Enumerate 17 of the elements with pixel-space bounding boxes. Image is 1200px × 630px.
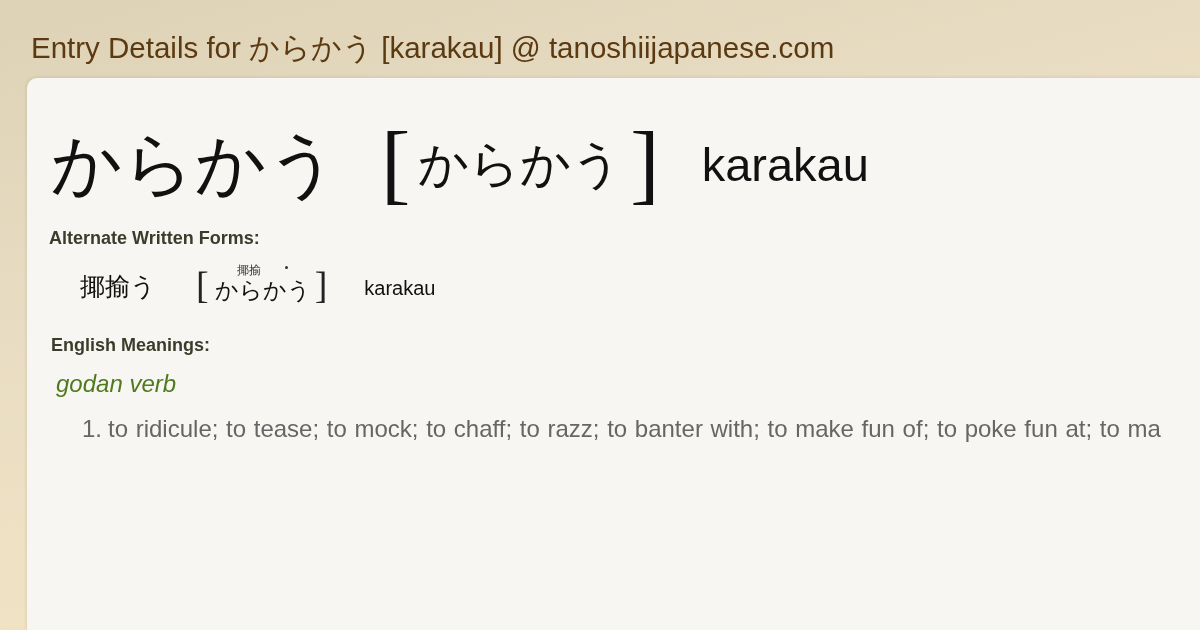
headword: からかう <box>51 129 339 199</box>
part-of-speech: godan verb <box>56 371 177 397</box>
written-form: 揶揄う <box>80 274 156 299</box>
sense-number: 1. <box>82 415 102 442</box>
reading-text: からかう <box>214 277 311 304</box>
bracket: [ <box>381 120 411 208</box>
romaji: karakau <box>364 278 436 298</box>
bracket: ] <box>314 266 328 304</box>
bracket: ] <box>630 120 660 208</box>
section-heading: Alternate Written Forms: <box>49 228 260 248</box>
ruby-text: 揶揄 <box>237 264 262 277</box>
section-heading: English Meanings: <box>51 335 210 355</box>
meaning-text: to ridicule; to tease; to mock; to chaff; to razz; to banter with; to make fun of; to poke fun at; to ma <box>108 415 1161 442</box>
page-title: Entry Details for からかう [karakau] @ tanoshiijapanese.com <box>31 33 835 63</box>
romaji: karakau <box>701 140 869 188</box>
bracket: [ <box>196 266 209 304</box>
reading-text: からかう <box>418 139 623 189</box>
